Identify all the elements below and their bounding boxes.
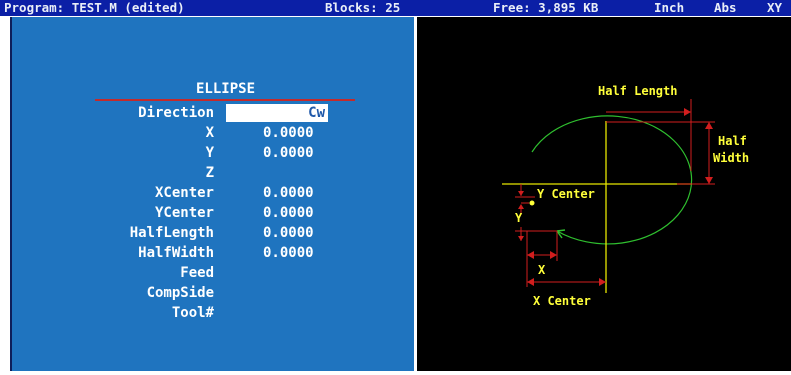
arrow-icon (527, 251, 534, 259)
start-point-dot (529, 200, 535, 206)
ycenter-field[interactable]: 0.0000 (263, 204, 314, 222)
halflength-field[interactable]: 0.0000 (263, 224, 314, 242)
halfwidth-label: HalfWidth (138, 245, 214, 261)
mode-indicator: Abs (714, 0, 737, 15)
width-text: Width (713, 151, 749, 165)
blocks-count: Blocks: 25 (325, 0, 401, 15)
x-text: X (538, 263, 546, 277)
y-label: Y (205, 145, 214, 161)
x-label: X (205, 125, 214, 141)
arrow-icon (518, 236, 524, 241)
direction-field[interactable]: Cw (226, 104, 328, 122)
tool-label: Tool# (171, 305, 214, 321)
ellipse-path (531, 115, 693, 245)
halfwidth-field[interactable]: 0.0000 (263, 244, 314, 262)
arrow-icon (705, 122, 713, 129)
arrow-icon (705, 177, 713, 184)
halflength-label: HalfLength (129, 225, 214, 241)
y-text: Y (515, 211, 523, 225)
units-indicator: Inch (654, 0, 685, 15)
title-underline (95, 99, 355, 101)
half-length-text: Half Length (598, 84, 677, 98)
ycenter-label: YCenter (154, 205, 214, 221)
direction-label: Direction (138, 105, 214, 121)
compside-label: CompSide (146, 285, 214, 301)
arrow-icon (518, 191, 524, 196)
arrow-icon (518, 204, 524, 209)
x-center-text: X Center (533, 294, 591, 308)
form-title: ELLIPSE (196, 81, 256, 97)
arrow-icon (550, 251, 557, 259)
ellipse-diagram-panel: Half Length Half Width Y Center Y X X Ce… (417, 17, 791, 371)
half-text: Half (718, 134, 747, 148)
arrow-icon (599, 278, 606, 286)
ellipse-diagram: Half Length Half Width Y Center Y X X Ce… (502, 84, 749, 308)
xcenter-field[interactable]: 0.0000 (263, 184, 314, 202)
xcenter-label: XCenter (154, 185, 214, 201)
plane-indicator: XY (767, 0, 783, 15)
arrow-icon (684, 108, 691, 116)
feed-label: Feed (180, 265, 214, 281)
x-field[interactable]: 0.0000 (263, 124, 314, 142)
arrow-icon (527, 278, 534, 286)
z-label: Z (205, 165, 214, 181)
status-bar: Program: TEST.M (edited) Blocks: 25 Free… (0, 0, 791, 16)
y-field[interactable]: 0.0000 (263, 144, 314, 162)
free-memory: Free: 3,895 KB (493, 0, 599, 15)
program-status: Program: TEST.M (edited) (4, 0, 185, 15)
y-center-text: Y Center (537, 187, 595, 201)
